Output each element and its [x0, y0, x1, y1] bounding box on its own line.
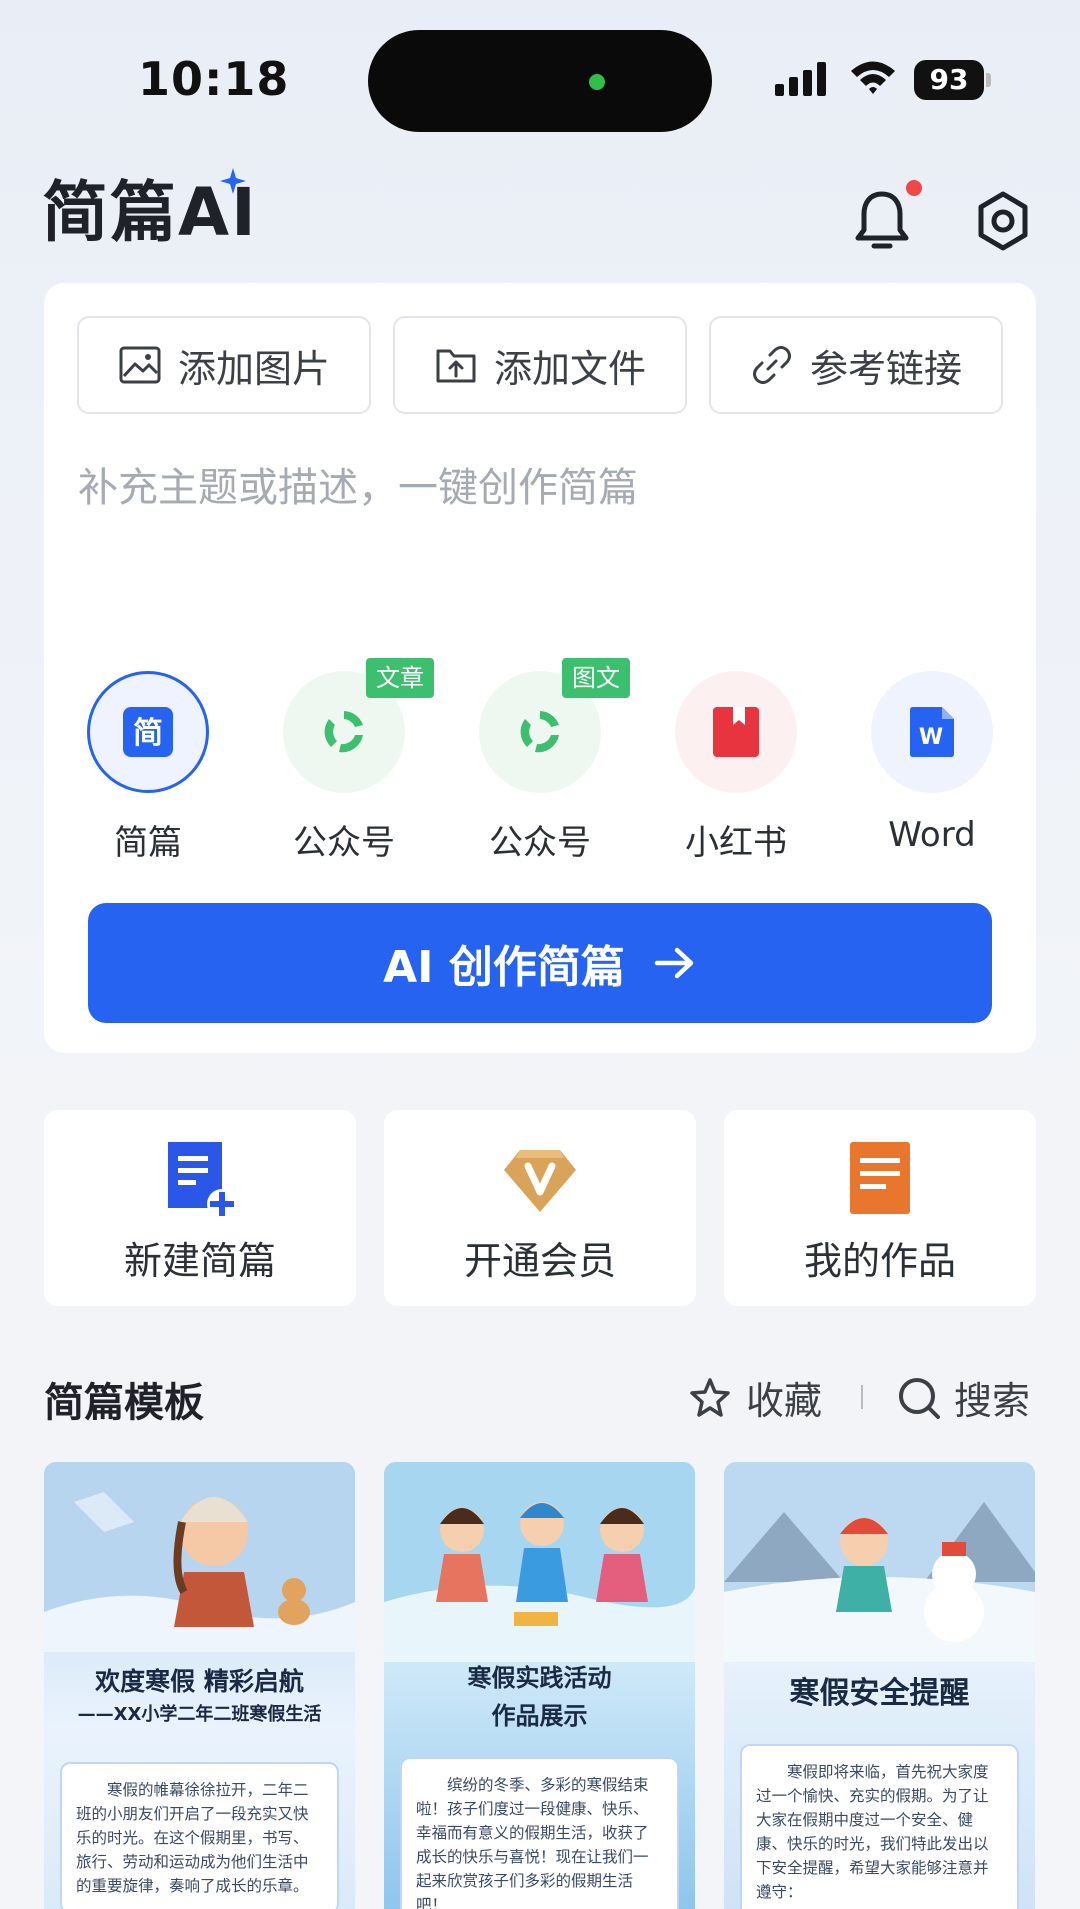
platform-word[interactable]: W Word — [852, 671, 1012, 855]
tag-article: 文章 — [366, 658, 434, 698]
divider — [861, 1385, 863, 1409]
jianpian-icon: 简 — [123, 707, 173, 757]
new-doc-icon — [168, 1142, 237, 1219]
template-excerpt: 寒假的帷幕徐徐拉开，二年二班的小朋友们开启了一段充实又快乐的时光。在这个假期里，… — [60, 1762, 339, 1909]
platform-xiaohongshu[interactable]: 小红书 — [656, 671, 816, 864]
wechat-official-icon — [520, 711, 559, 753]
template-title: 寒假安全提醒 — [789, 1676, 970, 1711]
platform-jianpian[interactable]: 简 简篇 — [68, 671, 228, 864]
camera-indicator-icon — [589, 74, 605, 90]
search-icon — [899, 1377, 940, 1419]
star-icon — [690, 1377, 730, 1417]
template-illustration — [44, 1462, 355, 1652]
platform-wechat-article[interactable]: 公众号 — [264, 671, 424, 864]
template-excerpt: 寒假即将来临，首先祝大家度过一个愉快、充实的假期。为了让大家在假期中度过一个安全… — [740, 1744, 1019, 1909]
status-bar: 10:18 93 — [0, 0, 1080, 150]
template-illustration — [724, 1462, 1035, 1662]
svg-text:简: 简 — [133, 716, 163, 751]
status-time: 10:18 — [138, 52, 290, 106]
dynamic-island — [368, 30, 712, 132]
template-card[interactable]: 寒假实践活动 作品展示 缤纷的冬季、多彩的寒假结束啦！孩子们度过一段健康、快乐、… — [384, 1462, 695, 1909]
composer-card: 添加图片 添加文件 参考链接 补充主题或描述，一键创作简篇 简 简篇 公众号 文… — [44, 283, 1036, 1053]
template-excerpt: 缤纷的冬季、多彩的寒假结束啦！孩子们度过一段健康、快乐、幸福而有意义的假期生活，… — [400, 1757, 679, 1909]
upload-file-icon — [436, 349, 476, 383]
notification-dot — [906, 180, 922, 196]
reference-link-button[interactable]: 参考链接 — [709, 316, 1003, 414]
template-title: 寒假实践活动 — [467, 1664, 612, 1692]
template-card[interactable]: 寒假安全提醒 寒假即将来临，首先祝大家度过一个愉快、充实的假期。为了让大家在假期… — [724, 1462, 1035, 1909]
template-subtitle: 作品展示 — [491, 1702, 588, 1730]
link-icon — [752, 346, 791, 384]
template-illustration — [384, 1462, 695, 1662]
vip-icon — [504, 1150, 576, 1212]
open-vip-tile[interactable]: 开通会员 — [384, 1110, 696, 1306]
my-works-tile[interactable]: 我的作品 — [724, 1110, 1036, 1306]
word-icon: W — [910, 707, 954, 757]
ai-create-button[interactable]: AI 创作简篇 — [88, 903, 992, 1023]
battery-icon: 93 — [914, 60, 991, 100]
prompt-input[interactable]: 补充主题或描述，一键创作简篇 — [78, 455, 638, 513]
svg-text:W: W — [919, 725, 943, 750]
wechat-official-icon — [324, 711, 363, 753]
my-works-icon — [850, 1142, 910, 1214]
search-button[interactable]: 搜索 — [896, 1370, 1030, 1425]
app-logo: 简篇AI — [42, 168, 258, 258]
xiaohongshu-icon — [713, 707, 759, 757]
template-subtitle: ——XX小学二年二班寒假生活 — [77, 1704, 322, 1725]
settings-icon[interactable] — [974, 190, 1032, 252]
image-icon — [119, 346, 161, 384]
add-image-button[interactable]: 添加图片 — [77, 316, 371, 414]
platform-wechat-graphic[interactable]: 公众号 — [460, 671, 620, 864]
template-card[interactable]: 欢度寒假 精彩启航 ——XX小学二年二班寒假生活 寒假的帷幕徐徐拉开，二年二班的… — [44, 1462, 355, 1909]
add-file-button[interactable]: 添加文件 — [393, 316, 687, 414]
sparkle-icon — [220, 168, 246, 194]
battery-level: 93 — [914, 60, 984, 100]
template-title: 欢度寒假 精彩启航 — [95, 1667, 304, 1696]
favorites-button[interactable]: 收藏 — [688, 1370, 822, 1425]
tag-graphic: 图文 — [562, 658, 630, 698]
notification-bell-icon[interactable] — [852, 188, 912, 254]
cellular-signal-icon — [775, 62, 826, 96]
wifi-icon — [851, 61, 895, 94]
arrow-right-icon — [654, 947, 694, 979]
templates-title: 简篇模板 — [44, 1380, 204, 1426]
new-jianpian-tile[interactable]: 新建简篇 — [44, 1110, 356, 1306]
